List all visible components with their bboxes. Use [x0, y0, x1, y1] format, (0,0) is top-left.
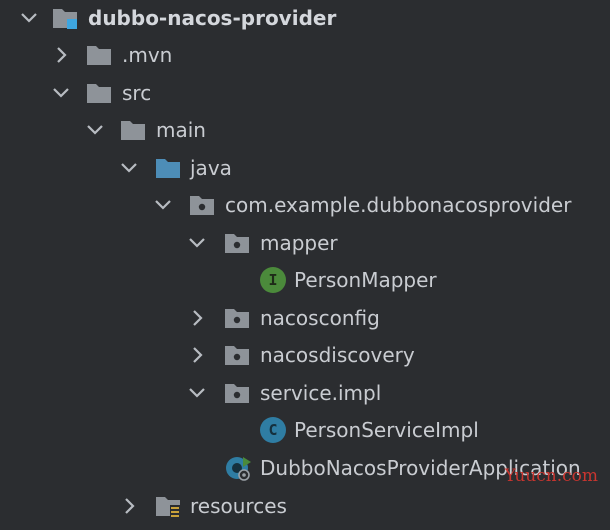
tree-item-person-service-impl[interactable]: C PersonServiceImpl: [0, 412, 610, 448]
folder-icon: [84, 41, 114, 69]
folder-icon: [118, 116, 148, 144]
tree-item-label: PersonMapper: [294, 268, 437, 292]
tree-item-project-root[interactable]: dubbo-nacos-provider: [0, 0, 610, 36]
project-tree: dubbo-nacos-provider .mvn src main java …: [0, 0, 610, 530]
tree-item-label: com.example.dubbonacosprovider: [225, 193, 572, 217]
tree-item-main[interactable]: main: [0, 112, 610, 148]
tree-item-nacosdiscovery[interactable]: nacosdiscovery: [0, 337, 610, 373]
tree-item-label: PersonServiceImpl: [294, 418, 479, 442]
chevron-right-icon[interactable]: [118, 495, 140, 517]
chevron-down-icon[interactable]: [186, 382, 208, 404]
chevron-right-icon[interactable]: [50, 44, 72, 66]
chevron-down-icon[interactable]: [118, 157, 140, 179]
tree-item-label: main: [156, 118, 206, 142]
tree-item-java[interactable]: java: [0, 150, 610, 186]
package-icon: [222, 229, 252, 257]
tree-item-service-impl[interactable]: service.impl: [0, 375, 610, 411]
tree-item-label: resources: [190, 494, 287, 518]
chevron-down-icon[interactable]: [152, 194, 174, 216]
tree-item-label: nacosdiscovery: [260, 343, 415, 367]
chevron-down-icon[interactable]: [18, 7, 40, 29]
watermark: Yuucn.com: [504, 466, 598, 486]
tree-item-mapper[interactable]: mapper: [0, 225, 610, 261]
source-folder-icon: [153, 154, 183, 182]
spring-boot-application-icon: [223, 454, 253, 482]
tree-item-label: src: [122, 81, 152, 105]
tree-item-label: service.impl: [260, 381, 382, 405]
tree-item-label: .mvn: [122, 43, 173, 67]
package-icon: [222, 341, 252, 369]
package-icon: [187, 191, 217, 219]
project-name: dubbo-nacos-provider: [88, 6, 337, 30]
class-icon: C: [260, 417, 286, 443]
chevron-down-icon[interactable]: [50, 82, 72, 104]
tree-item-src[interactable]: src: [0, 75, 610, 111]
chevron-right-icon[interactable]: [186, 307, 208, 329]
interface-icon: I: [260, 267, 286, 293]
package-icon: [222, 379, 252, 407]
tree-item-label: mapper: [260, 231, 338, 255]
tree-item-resources[interactable]: resources: [0, 488, 610, 524]
folder-icon: [84, 79, 114, 107]
chevron-right-icon[interactable]: [186, 344, 208, 366]
tree-item-mvn[interactable]: .mvn: [0, 37, 610, 73]
resources-folder-icon: [153, 492, 183, 520]
tree-item-nacosconfig[interactable]: nacosconfig: [0, 300, 610, 336]
chevron-down-icon[interactable]: [84, 119, 106, 141]
chevron-down-icon[interactable]: [186, 232, 208, 254]
tree-item-person-mapper[interactable]: I PersonMapper: [0, 262, 610, 298]
package-icon: [222, 304, 252, 332]
tree-item-package[interactable]: com.example.dubbonacosprovider: [0, 187, 610, 223]
tree-item-label: nacosconfig: [260, 306, 380, 330]
module-folder-icon: [50, 4, 80, 32]
tree-item-label: java: [190, 156, 232, 180]
